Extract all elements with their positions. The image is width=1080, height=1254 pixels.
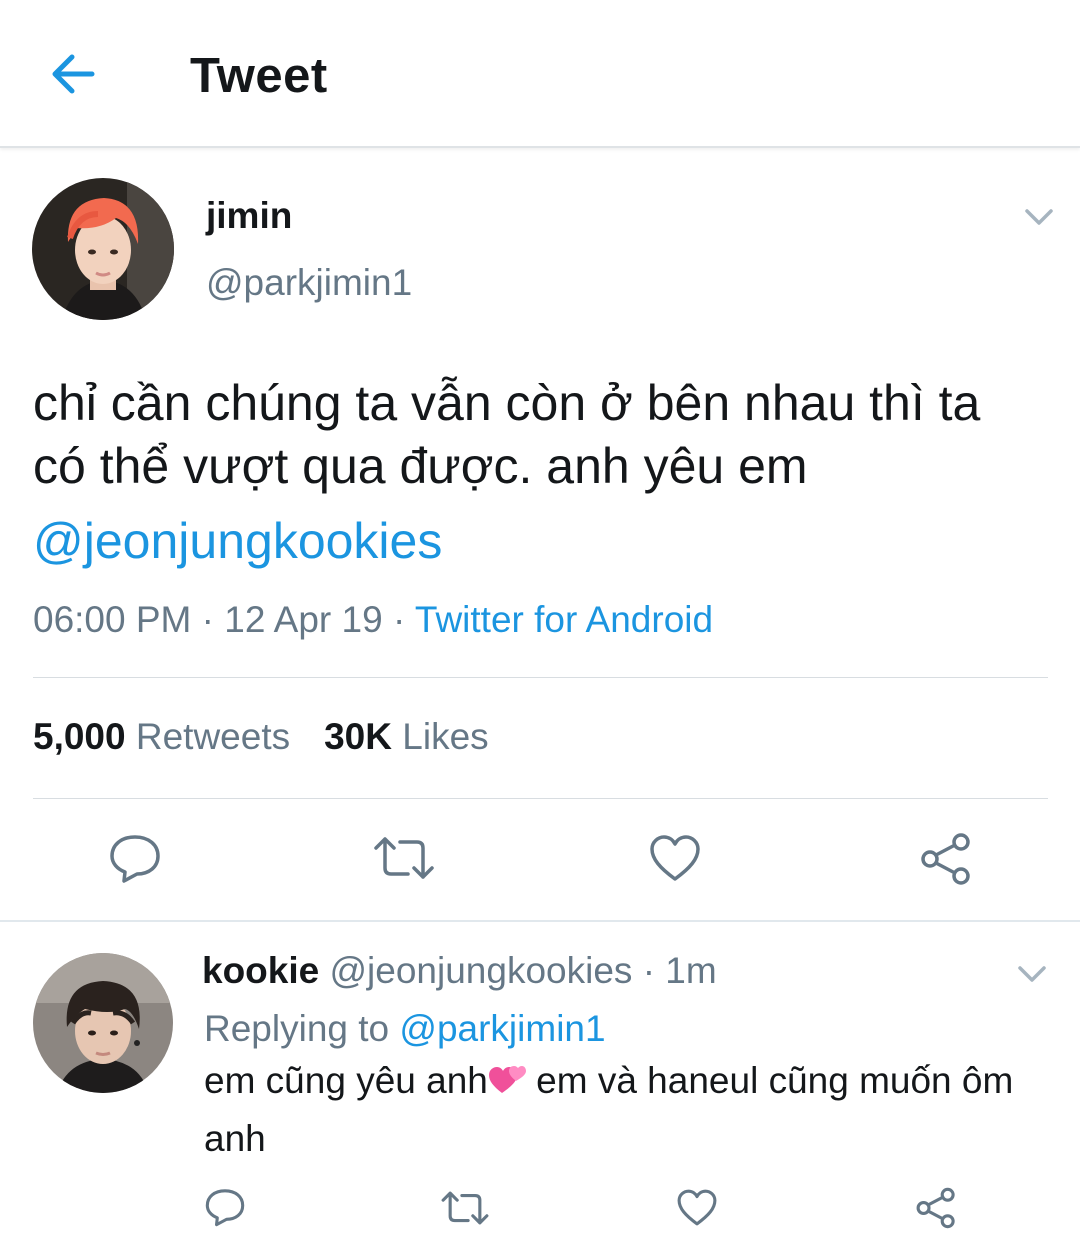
like-label: Likes bbox=[402, 716, 489, 757]
meta-separator: · bbox=[382, 599, 415, 640]
reply-menu-button[interactable] bbox=[1016, 963, 1048, 985]
retweet-label: Retweets bbox=[135, 716, 291, 757]
tweet-text: chỉ cần chúng ta vẫn còn ở bên nhau thì … bbox=[33, 375, 981, 494]
tweet-time: 06:00 PM bbox=[33, 599, 192, 640]
retweets-stat[interactable]: 5,000 Retweets bbox=[33, 716, 290, 757]
like-icon bbox=[677, 1189, 717, 1226]
tweet-meta: 06:00 PM · 12 Apr 19 · Twitter for Andro… bbox=[33, 599, 713, 641]
back-button[interactable] bbox=[48, 52, 98, 96]
share-button[interactable] bbox=[918, 832, 974, 886]
reply-reply-button[interactable] bbox=[204, 1187, 246, 1227]
retweet-button[interactable] bbox=[372, 834, 436, 882]
two-hearts-emoji-icon bbox=[488, 1056, 526, 1093]
tweet-mention[interactable]: @jeonjungkookies bbox=[33, 512, 442, 570]
replying-label: Replying to bbox=[204, 1008, 400, 1049]
divider bbox=[33, 798, 1048, 799]
retweet-icon bbox=[374, 837, 434, 879]
replying-to: Replying to @parkjimin1 bbox=[204, 1008, 606, 1050]
share-icon bbox=[916, 1187, 955, 1229]
retweet-count: 5,000 bbox=[33, 716, 126, 757]
reply-icon bbox=[110, 835, 160, 883]
reply-like-button[interactable] bbox=[676, 1188, 718, 1227]
arrow-left-icon bbox=[52, 54, 95, 94]
replying-mention[interactable]: @parkjimin1 bbox=[399, 1008, 605, 1049]
author-handle[interactable]: @parkjimin1 bbox=[206, 262, 412, 304]
page-title: Tweet bbox=[190, 49, 328, 103]
top-bar: Tweet bbox=[0, 0, 1080, 148]
like-button[interactable] bbox=[648, 833, 702, 883]
reply-author-avatar[interactable] bbox=[33, 953, 173, 1093]
reply-header: kookie @jeonjungkookies · 1m bbox=[202, 950, 717, 992]
tweet-source-link[interactable]: Twitter for Android bbox=[415, 599, 713, 640]
tweet-menu-button[interactable] bbox=[1023, 206, 1055, 228]
chevron-down-icon bbox=[1025, 209, 1053, 225]
like-icon bbox=[650, 835, 700, 881]
like-count: 30K bbox=[324, 716, 392, 757]
author-name[interactable]: jimin bbox=[206, 195, 292, 237]
reply-text: em cũng yêu anh em và haneul cũng muốn ô… bbox=[204, 1052, 1024, 1168]
likes-stat[interactable]: 30K Likes bbox=[324, 716, 489, 757]
share-icon bbox=[921, 833, 970, 885]
divider bbox=[33, 677, 1048, 678]
retweet-icon bbox=[441, 1191, 489, 1225]
reply-author-handle[interactable]: @jeonjungkookies bbox=[330, 950, 633, 991]
tweet-stats: 5,000 Retweets 30K Likes bbox=[33, 716, 489, 758]
reply-icon bbox=[205, 1189, 245, 1227]
reply-time: · 1m bbox=[632, 950, 717, 991]
section-divider bbox=[0, 920, 1080, 922]
reply-text-part1: em cũng yêu anh bbox=[204, 1060, 488, 1101]
reply-author-name[interactable]: kookie bbox=[202, 950, 319, 991]
reply-button[interactable] bbox=[108, 832, 162, 884]
chevron-down-icon bbox=[1018, 966, 1046, 982]
reply-share-button[interactable] bbox=[914, 1187, 958, 1229]
author-avatar[interactable] bbox=[32, 178, 174, 320]
tweet-date: 12 Apr 19 bbox=[224, 599, 383, 640]
meta-separator: · bbox=[191, 599, 225, 640]
reply-retweet-button[interactable] bbox=[440, 1189, 490, 1227]
